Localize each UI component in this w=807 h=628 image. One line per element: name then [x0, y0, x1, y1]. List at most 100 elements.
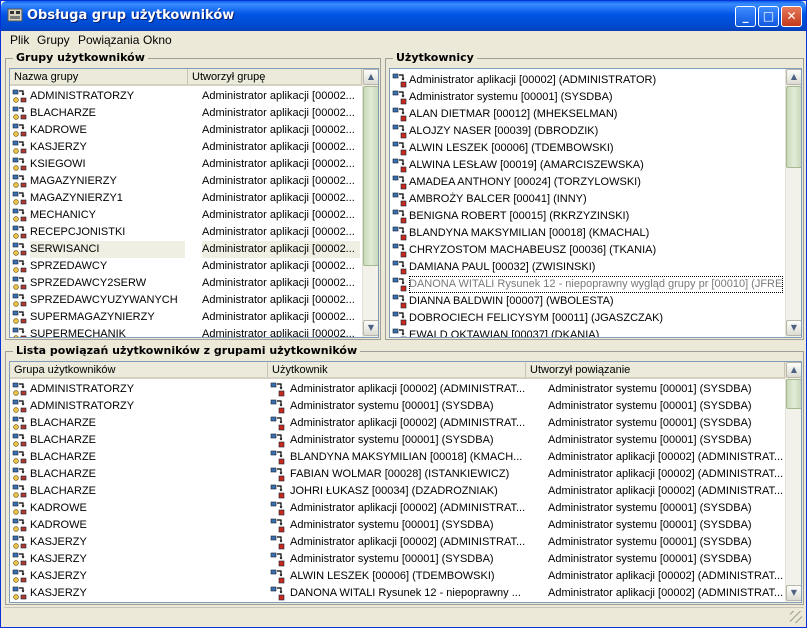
user-row[interactable]: DOBROCIECH FELICYSYM [00011] (JGASZCZAK): [390, 310, 785, 327]
group-name: SUPERMAGAZYNIERZY: [30, 311, 155, 323]
user-label: DOBROCIECH FELICYSYM [00011] (JGASZCZAK): [409, 312, 664, 324]
groups-header-name[interactable]: Nazwa grupy: [10, 69, 188, 86]
menu-plik[interactable]: Plik: [10, 33, 29, 47]
links-header-creator[interactable]: Utworzył powiązanie: [526, 362, 785, 379]
user-row[interactable]: Administrator systemu [00001] (SYSDBA): [390, 89, 785, 106]
user-label: ALWINA LESŁAW [00019] (AMARCISZEWSKA): [409, 159, 644, 171]
menu-grupy[interactable]: Grupy: [37, 33, 70, 47]
users-list[interactable]: Administrator aplikacji [00002] (ADMINIS…: [389, 68, 802, 338]
user-row[interactable]: AMBROŻY BALCER [00041] (INNY): [390, 191, 785, 208]
resize-grip-icon[interactable]: [790, 611, 802, 623]
minimize-button[interactable]: _: [735, 6, 756, 27]
link-user: DANONA WITALI Rysunek 12 - niepoprawny .…: [290, 587, 521, 599]
user-row[interactable]: Administrator aplikacji [00002] (ADMINIS…: [390, 72, 785, 89]
user-row[interactable]: DIANNA BALDWIN [00007] (WBOLESTA): [390, 293, 785, 310]
links-header-user[interactable]: Użytkownik: [268, 362, 526, 379]
user-row[interactable]: BLANDYNA MAKSYMILIAN [00018] (KMACHAL): [390, 225, 785, 242]
group-row[interactable]: SUPERMAGAZYNIERZY Administrator aplikacji…: [10, 309, 362, 326]
group-icon: [12, 484, 28, 499]
link-row[interactable]: BLACHARZE FABIAN WOLMAR [00028] (ISTANKIE…: [10, 466, 785, 483]
scroll-down-icon[interactable]: ▼: [786, 320, 801, 336]
group-icon: [12, 140, 28, 155]
links-scrollbar[interactable]: ▲ ▼: [785, 362, 801, 602]
link-row[interactable]: BLACHARZE Administrator systemu [00001] (…: [10, 432, 785, 449]
user-row[interactable]: ALOJZY NASER [00039] (DBRODZIK): [390, 123, 785, 140]
group-row[interactable]: RECEPCJONISTKI Administrator aplikacji [0…: [10, 224, 362, 241]
group-icon: [12, 569, 28, 584]
user-icon: [270, 399, 286, 414]
link-user: BLANDYNA MAKSYMILIAN [00018] (KMACH...: [290, 451, 523, 463]
link-row[interactable]: BLACHARZE Administrator aplikacji [00002]…: [10, 415, 785, 432]
users-scrollbar[interactable]: ▲ ▼: [785, 69, 801, 337]
menu-powiazania[interactable]: Powiązania: [78, 33, 139, 47]
link-row[interactable]: ADMINISTRATORZY Administrator systemu [00…: [10, 398, 785, 415]
user-row[interactable]: BENIGNA ROBERT [00015] (RKRZYZINSKI): [390, 208, 785, 225]
user-row[interactable]: ALWINA LESŁAW [00019] (AMARCISZEWSKA): [390, 157, 785, 174]
links-panel: Lista powiązań użytkowników z grupami uż…: [5, 344, 804, 605]
group-row[interactable]: ADMINISTRATORZY Administrator aplikacji […: [10, 88, 362, 105]
link-row[interactable]: KASJERZY DANONA WITALI Rysunek 12 - niepo…: [10, 585, 785, 602]
groups-header-creator[interactable]: Utworzył grupę: [188, 69, 362, 86]
group-row[interactable]: BLACHARZE Administrator aplikacji [00002.…: [10, 105, 362, 122]
user-row[interactable]: ALAN DIETMAR [00012] (MHEKSELMAN): [390, 106, 785, 123]
user-row[interactable]: AMADEA ANTHONY [00024] (TORZYLOWSKI): [390, 174, 785, 191]
group-row[interactable]: KSIEGOWI Administrator aplikacji [00002..…: [10, 156, 362, 173]
groups-scrollbar[interactable]: ▲ ▼: [362, 69, 378, 337]
group-icon: [12, 399, 28, 414]
group-row[interactable]: MAGAZYNIERZY1 Administrator aplikacji [00…: [10, 190, 362, 207]
menu-okno[interactable]: Okno: [143, 33, 172, 47]
group-row[interactable]: SPRZEDAWCYUZYWANYCH Administrator aplikac…: [10, 292, 362, 309]
user-row[interactable]: DAMIANA PAUL [00032] (ZWISINSKI): [390, 259, 785, 276]
title-bar[interactable]: Obsługa grup użytkowników _ □ ✕: [1, 1, 806, 31]
groups-list[interactable]: Nazwa grupy Utworzył grupę ADMINISTRATOR…: [9, 68, 379, 338]
scroll-down-icon[interactable]: ▼: [363, 320, 378, 336]
scroll-up-icon[interactable]: ▲: [786, 362, 801, 378]
link-group: ADMINISTRATORZY: [30, 383, 135, 395]
user-icon: [270, 569, 286, 584]
scroll-thumb[interactable]: [363, 86, 378, 266]
user-icon: [392, 73, 408, 88]
user-icon: [392, 277, 408, 292]
group-row[interactable]: SPRZEDAWCY Administrator aplikacji [00002…: [10, 258, 362, 275]
scroll-thumb[interactable]: [786, 379, 801, 409]
group-row[interactable]: MAGAZYNIERZY Administrator aplikacji [000…: [10, 173, 362, 190]
link-row[interactable]: ADMINISTRATORZY Administrator aplikacji […: [10, 381, 785, 398]
scroll-down-icon[interactable]: ▼: [786, 585, 801, 601]
user-row[interactable]: ALWIN LESZEK [00006] (TDEMBOWSKI): [390, 140, 785, 157]
link-row[interactable]: KADROWE Administrator aplikacji [00002] (…: [10, 500, 785, 517]
link-group: KASJERZY: [30, 536, 87, 548]
link-row[interactable]: BLACHARZE BLANDYNA MAKSYMILIAN [00018] (K…: [10, 449, 785, 466]
link-row[interactable]: KASJERZY ALWIN LESZEK [00006] (TDEMBOWSKI…: [10, 568, 785, 585]
user-row[interactable]: CHRYZOSTOM MACHABEUSZ [00036] (TKANIA): [390, 242, 785, 259]
links-list[interactable]: Grupa użytkowników Użytkownik Utworzył p…: [9, 361, 802, 603]
user-label: AMBROŻY BALCER [00041] (INNY): [409, 193, 587, 205]
group-row[interactable]: SPRZEDAWCY2SERW Administrator aplikacji […: [10, 275, 362, 292]
user-row[interactable]: EWALD OKTAWIAN [00037] (DKANIA): [390, 327, 785, 337]
user-row[interactable]: DANONA WITALI Rysunek 12 - niepoprawny w…: [390, 276, 785, 293]
link-row[interactable]: BLACHARZE JOHRI ŁUKASZ [00034] (DZADROZNI…: [10, 483, 785, 500]
group-name: MAGAZYNIERZY: [30, 175, 117, 187]
user-icon: [270, 382, 286, 397]
group-row[interactable]: KADROWE Administrator aplikacji [00002...: [10, 122, 362, 139]
group-icon: [12, 416, 28, 431]
link-row[interactable]: KASJERZY Administrator systemu [00001] (S…: [10, 551, 785, 568]
group-icon: [12, 276, 28, 291]
group-row[interactable]: KASJERZY Administrator aplikacji [00002..…: [10, 139, 362, 156]
link-creator: Administrator systemu [00001] (SYSDBA): [548, 417, 752, 429]
group-icon: [12, 310, 28, 325]
group-row[interactable]: SERWISANCI Administrator aplikacji [00002…: [10, 241, 362, 258]
group-name: KADROWE: [30, 124, 87, 136]
group-row[interactable]: MECHANICY Administrator aplikacji [00002.…: [10, 207, 362, 224]
group-row[interactable]: SUPERMECHANIK Administrator aplikacji [00…: [10, 326, 362, 337]
scroll-up-icon[interactable]: ▲: [363, 69, 378, 85]
users-panel-title: Użytkownicy: [393, 51, 477, 64]
scroll-thumb[interactable]: [786, 86, 801, 168]
link-row[interactable]: KASJERZY Administrator aplikacji [00002] …: [10, 534, 785, 551]
group-name: ADMINISTRATORZY: [30, 90, 135, 102]
user-icon: [392, 124, 408, 139]
close-button[interactable]: ✕: [781, 6, 802, 27]
links-header-group[interactable]: Grupa użytkowników: [10, 362, 268, 379]
scroll-up-icon[interactable]: ▲: [786, 69, 801, 85]
maximize-button[interactable]: □: [758, 6, 779, 27]
link-row[interactable]: KADROWE Administrator systemu [00001] (SY…: [10, 517, 785, 534]
